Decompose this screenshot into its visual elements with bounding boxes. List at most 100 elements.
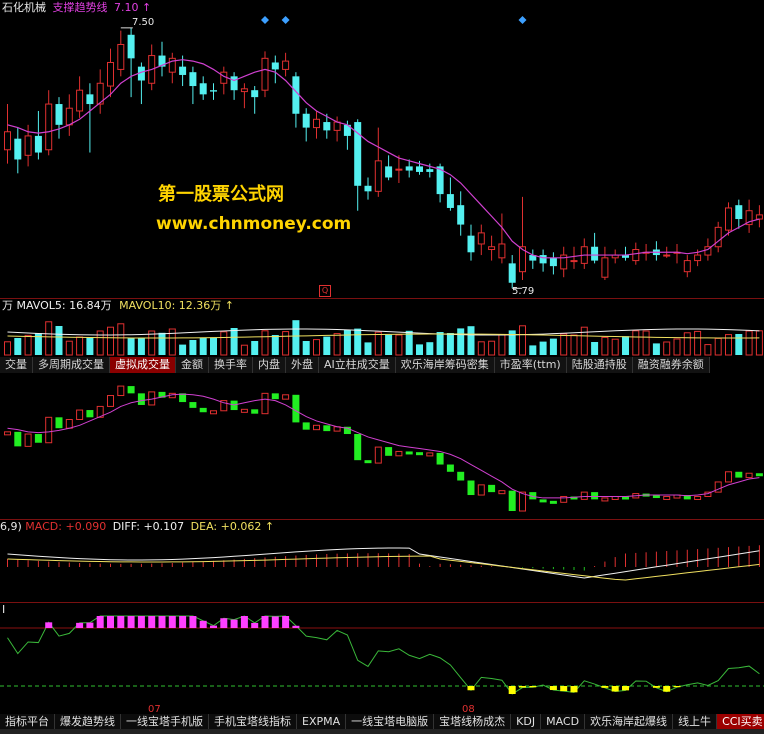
volume-bar: [210, 337, 217, 355]
tab-bottom-6[interactable]: 宝塔线杨成杰: [434, 714, 512, 729]
candle-body: [127, 34, 135, 59]
cci-overbought-bar: [137, 616, 145, 628]
tab-bottom-11[interactable]: CCI买卖: [717, 714, 764, 729]
tab-indicator-6[interactable]: 外盘: [286, 357, 319, 373]
candle-body: [467, 235, 475, 253]
cci-overbought-bar: [282, 616, 290, 628]
candle-body: [539, 255, 547, 264]
volume-bar: [560, 333, 568, 356]
volume-bar: [302, 341, 310, 355]
tower-bar: [354, 434, 362, 461]
volume-bar: [673, 338, 681, 356]
tower-bar: [426, 452, 434, 457]
cci-oversold-bar: [549, 686, 557, 691]
volume-bar: [622, 336, 629, 355]
cci-overbought-bar: [158, 616, 166, 628]
cci-overbought-bar: [127, 616, 135, 628]
volume-bar: [333, 333, 341, 356]
candle-body: [663, 254, 671, 257]
volume-bar: [704, 344, 712, 356]
volume-bar: [549, 338, 557, 355]
tab-bottom-4[interactable]: EXPMA: [297, 714, 347, 729]
volume-chart[interactable]: [0, 298, 764, 358]
cci-overbought-bar: [220, 618, 228, 628]
tab-bottom-0[interactable]: 指标平台: [0, 714, 55, 729]
tab-bottom-9[interactable]: 欢乐海岸起爆线: [585, 714, 674, 729]
volume-bar: [86, 337, 94, 355]
tower-bar: [14, 431, 22, 447]
tab-indicator-5[interactable]: 内盘: [253, 357, 286, 373]
tower-bar: [210, 410, 217, 415]
tab-indicator-11[interactable]: 融资融券余额: [632, 357, 710, 373]
indicator-tab-bar: 交量 多周期成交量 虚拟成交量 金额 换手率 内盘 外盘 AI立柱成交量 欢乐海岸筹码密集 市盈率…: [0, 357, 710, 373]
volume-bar: [313, 339, 320, 356]
tower-bar: [261, 392, 269, 415]
candle-body: [189, 72, 197, 87]
volume-bar: [519, 325, 526, 356]
candle-body: [508, 263, 516, 283]
cci-oversold-bar: [611, 686, 619, 692]
tab-indicator-7[interactable]: AI立柱成交量: [319, 357, 396, 373]
volume-bar: [632, 330, 640, 356]
diff-line: [7, 547, 760, 579]
volume-bar: [446, 333, 454, 355]
candle-body: [230, 76, 238, 91]
volume-bar: [395, 334, 403, 356]
tab-bottom-10[interactable]: 线上牛: [673, 714, 718, 729]
volume-bar: [426, 342, 434, 355]
candle-body: [14, 138, 22, 160]
tower-bar: [395, 450, 403, 457]
tower-bar: [735, 471, 743, 478]
price-chart[interactable]: [0, 0, 764, 300]
candle-body: [271, 62, 279, 70]
tower-trend-line: [7, 393, 760, 499]
candle-body: [34, 135, 42, 153]
cci-overbought-bar: [117, 616, 125, 628]
candle-body: [385, 166, 393, 178]
candle-body: [251, 90, 259, 98]
tower-bar: [457, 471, 465, 481]
candle-body: [426, 169, 434, 172]
tab-bottom-3[interactable]: 手机宝塔线指标: [209, 714, 297, 729]
tab-bottom-7[interactable]: KDJ: [511, 714, 542, 729]
tab-indicator-8[interactable]: 欢乐海岸筹码密集: [395, 357, 495, 373]
tab-indicator-4[interactable]: 换手率: [209, 357, 253, 373]
volume-bar: [385, 334, 393, 355]
cci-oversold-bar: [529, 686, 537, 688]
tab-indicator-10[interactable]: 陆股通持股: [566, 357, 633, 373]
candle-body: [179, 66, 187, 75]
cci-chart[interactable]: [0, 602, 764, 702]
tower-line-chart[interactable]: [0, 373, 764, 521]
tab-bottom-1[interactable]: 爆发趋势线: [55, 714, 121, 729]
volume-bar: [694, 330, 702, 356]
candle-body: [45, 103, 53, 151]
candle-body: [333, 121, 341, 131]
tab-indicator-9[interactable]: 市盈率(ttm): [494, 357, 567, 373]
volume-bar: [498, 334, 506, 356]
tower-bar: [436, 452, 444, 465]
tab-bottom-8[interactable]: MACD: [541, 714, 586, 729]
cci-oversold-bar: [560, 686, 568, 692]
cci-oversold-bar: [673, 686, 681, 688]
volume-bar: [714, 337, 722, 356]
candle-body: [735, 205, 743, 220]
volume-bar: [735, 334, 743, 355]
tab-bottom-2[interactable]: 一线宝塔手机版: [121, 714, 209, 729]
macd-chart[interactable]: [0, 519, 764, 603]
tab-indicator-0[interactable]: 交量: [0, 357, 33, 373]
tab-indicator-1[interactable]: 多周期成交量: [33, 357, 110, 373]
tab-bottom-5[interactable]: 一线宝塔电脑版: [346, 714, 435, 729]
candle-body: [725, 207, 732, 231]
volume-bar: [76, 336, 84, 356]
tab-indicator-3[interactable]: 金额: [176, 357, 209, 373]
volume-bar: [755, 330, 763, 356]
volume-bar: [240, 344, 248, 356]
volume-bar: [343, 329, 351, 355]
tower-bar: [55, 417, 63, 429]
volume-bar: [45, 321, 53, 356]
tower-bar: [539, 499, 547, 503]
tower-bar: [477, 484, 485, 496]
tower-bar: [313, 424, 320, 431]
candle-body: [683, 260, 691, 273]
tab-indicator-2[interactable]: 虚拟成交量: [110, 357, 176, 373]
